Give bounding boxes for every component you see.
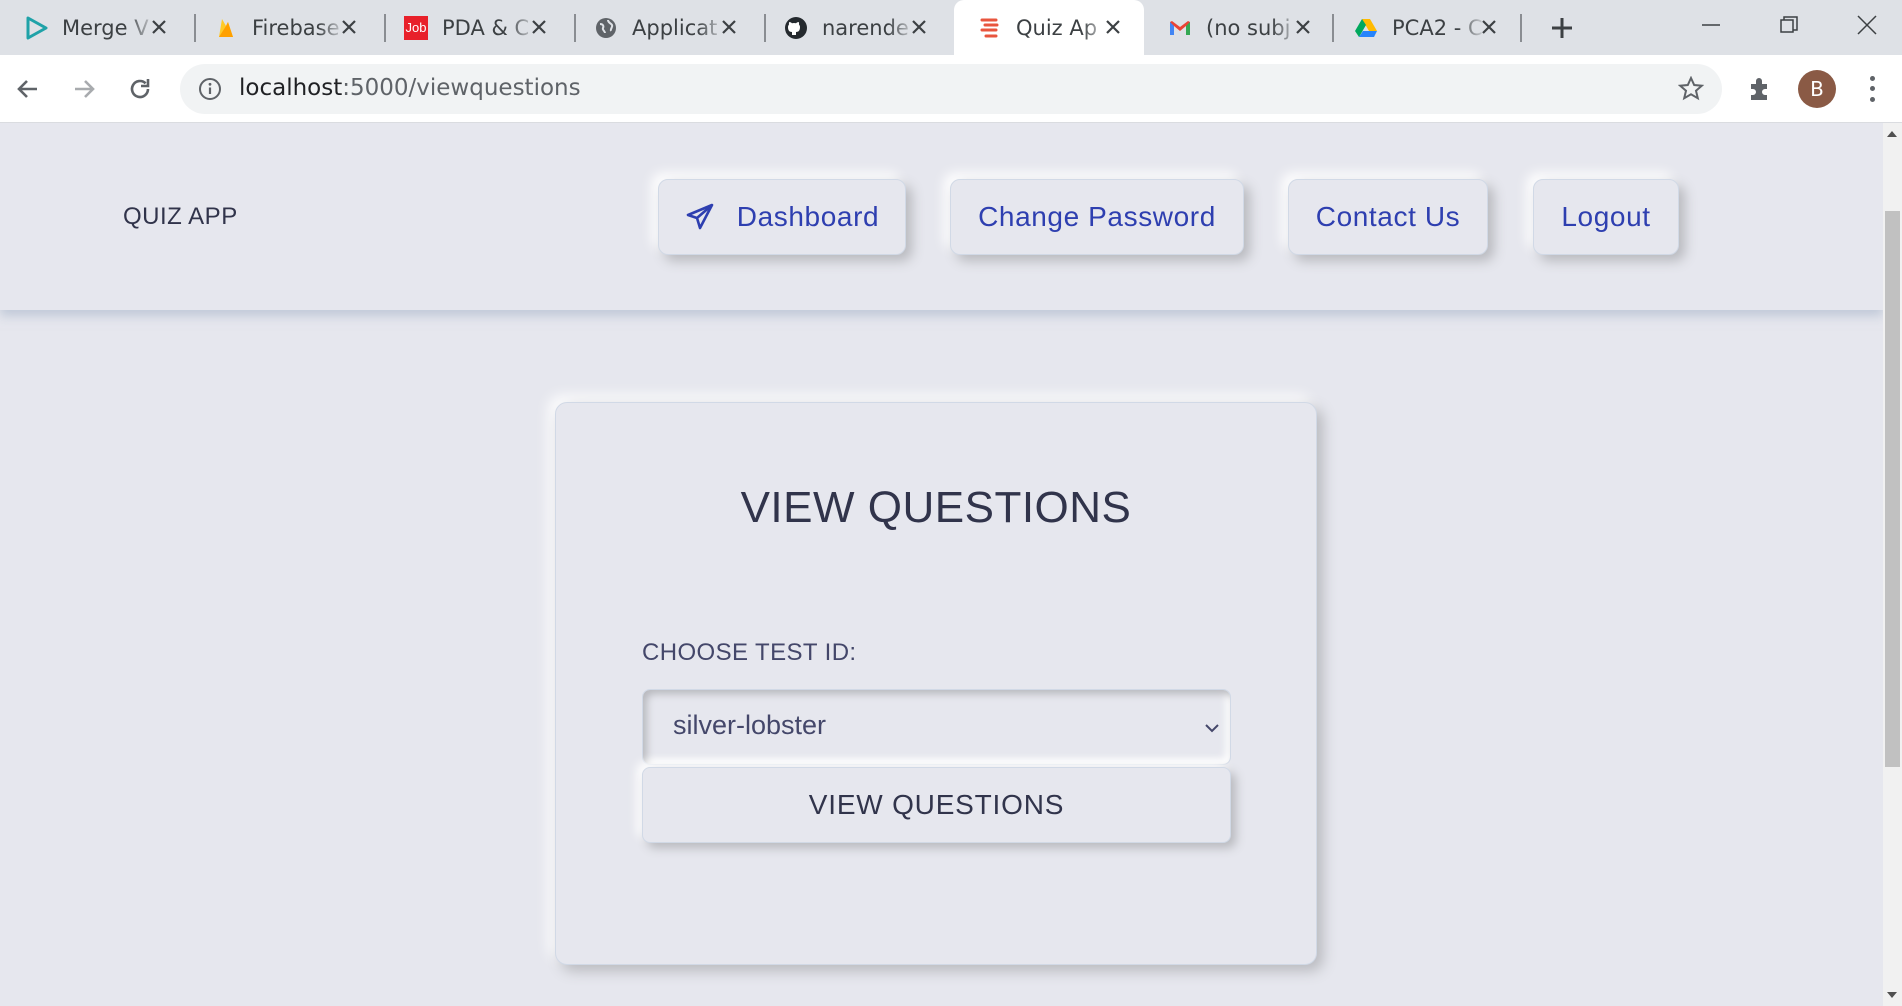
nav-dashboard-label: Dashboard [736, 201, 880, 232]
forward-button[interactable] [64, 69, 104, 109]
back-button[interactable] [8, 69, 48, 109]
nav-contact-us-label: Contact Us [1315, 201, 1461, 232]
close-icon[interactable] [148, 16, 170, 38]
brand-logo[interactable]: QUIZ APP [123, 203, 238, 231]
browser-tab[interactable]: Job PDA & C [380, 0, 570, 55]
browser-tab[interactable]: Merge V [0, 0, 190, 55]
browser-tabstrip: Merge V Firebase Job PDA & C Applicat na… [0, 0, 1902, 55]
tab-title: Merge V [62, 15, 149, 40]
page-scrollbar[interactable] [1883, 123, 1902, 1006]
tab-separator [1520, 14, 1522, 42]
info-icon[interactable] [198, 77, 222, 101]
tab-title: (no subj [1206, 15, 1291, 40]
nav-logout-label: Logout [1561, 201, 1651, 232]
scroll-up-arrow-icon[interactable] [1887, 131, 1897, 137]
quiz-icon [978, 16, 1002, 40]
nav-contact-us-button[interactable]: Contact Us [1288, 179, 1488, 255]
profile-avatar[interactable]: B [1798, 70, 1836, 108]
job-icon: Job [404, 15, 428, 40]
test-id-label: CHOOSE TEST ID: [642, 639, 857, 666]
view-questions-button[interactable]: VIEW QUESTIONS [642, 767, 1231, 843]
chevron-down-icon [1205, 724, 1219, 733]
tab-title: PCA2 - C [1392, 15, 1483, 40]
restore-icon [1780, 16, 1798, 33]
address-bar[interactable]: localhost:5000/viewquestions [180, 64, 1722, 114]
browser-tab[interactable]: narende [760, 0, 950, 55]
nav-dashboard-button[interactable]: Dashboard [658, 179, 906, 255]
tab-title: Applicat [632, 15, 718, 40]
arrow-left-icon [17, 80, 37, 98]
browser-tab[interactable]: Firebase [190, 0, 380, 55]
play-icon [24, 16, 48, 40]
test-id-select[interactable]: silver-lobster [642, 689, 1231, 765]
job-icon-text: Job [405, 20, 427, 35]
nav-logout-button[interactable]: Logout [1533, 179, 1679, 255]
app-navbar: QUIZ APP Dashboard Change Password Conta… [0, 123, 1883, 310]
tab-title: Quiz Ap [1016, 15, 1098, 40]
url-host: localhost [239, 75, 343, 101]
plus-icon [1552, 18, 1572, 38]
close-icon[interactable] [338, 16, 360, 38]
reload-button[interactable] [120, 69, 160, 109]
browser-tab[interactable]: (no subj [1144, 0, 1334, 55]
url-text[interactable]: localhost:5000/viewquestions [239, 75, 581, 101]
reload-icon [130, 79, 150, 99]
globe-icon [594, 16, 618, 40]
close-icon[interactable] [1292, 16, 1314, 38]
browser-menu-button[interactable] [1860, 73, 1884, 105]
close-icon[interactable] [718, 16, 740, 38]
view-questions-card: VIEW QUESTIONS CHOOSE TEST ID: silver-lo… [555, 402, 1317, 965]
nav-change-password-button[interactable]: Change Password [950, 179, 1244, 255]
close-icon[interactable] [1102, 16, 1124, 38]
restore-button[interactable] [1750, 0, 1828, 50]
extensions-puzzle-icon[interactable] [1746, 75, 1774, 103]
page-viewport: QUIZ APP Dashboard Change Password Conta… [0, 123, 1883, 1006]
tab-title: Firebase [252, 15, 340, 40]
scrollbar-thumb[interactable] [1885, 211, 1900, 767]
card-title: VIEW QUESTIONS [740, 483, 1132, 532]
minimize-icon [1702, 24, 1720, 26]
tab-title: narende [822, 15, 909, 40]
github-icon [784, 16, 808, 40]
paper-plane-icon [685, 202, 715, 232]
arrow-right-icon [75, 80, 95, 98]
close-window-button[interactable] [1828, 0, 1902, 50]
url-path: :5000/viewquestions [342, 75, 581, 101]
new-tab-button[interactable] [1546, 12, 1578, 44]
bookmark-star-icon[interactable] [1678, 76, 1704, 102]
tab-title: PDA & C [442, 15, 530, 40]
close-icon[interactable] [528, 16, 550, 38]
scroll-down-arrow-icon[interactable] [1887, 992, 1897, 998]
browser-toolbar: localhost:5000/viewquestions B [0, 55, 1902, 123]
gmail-icon [1168, 16, 1192, 40]
browser-tab[interactable]: PCA2 - C [1330, 0, 1520, 55]
minimize-button[interactable] [1672, 0, 1750, 50]
close-icon [1857, 15, 1877, 35]
browser-tab[interactable]: Applicat [570, 0, 760, 55]
drive-icon [1354, 16, 1378, 40]
firebase-icon [214, 16, 238, 40]
nav-change-password-label: Change Password [978, 201, 1216, 232]
close-icon[interactable] [908, 16, 930, 38]
close-icon[interactable] [1478, 16, 1500, 38]
test-id-selected-value: silver-lobster [673, 710, 827, 740]
browser-tab-active[interactable]: Quiz Ap [954, 0, 1144, 55]
